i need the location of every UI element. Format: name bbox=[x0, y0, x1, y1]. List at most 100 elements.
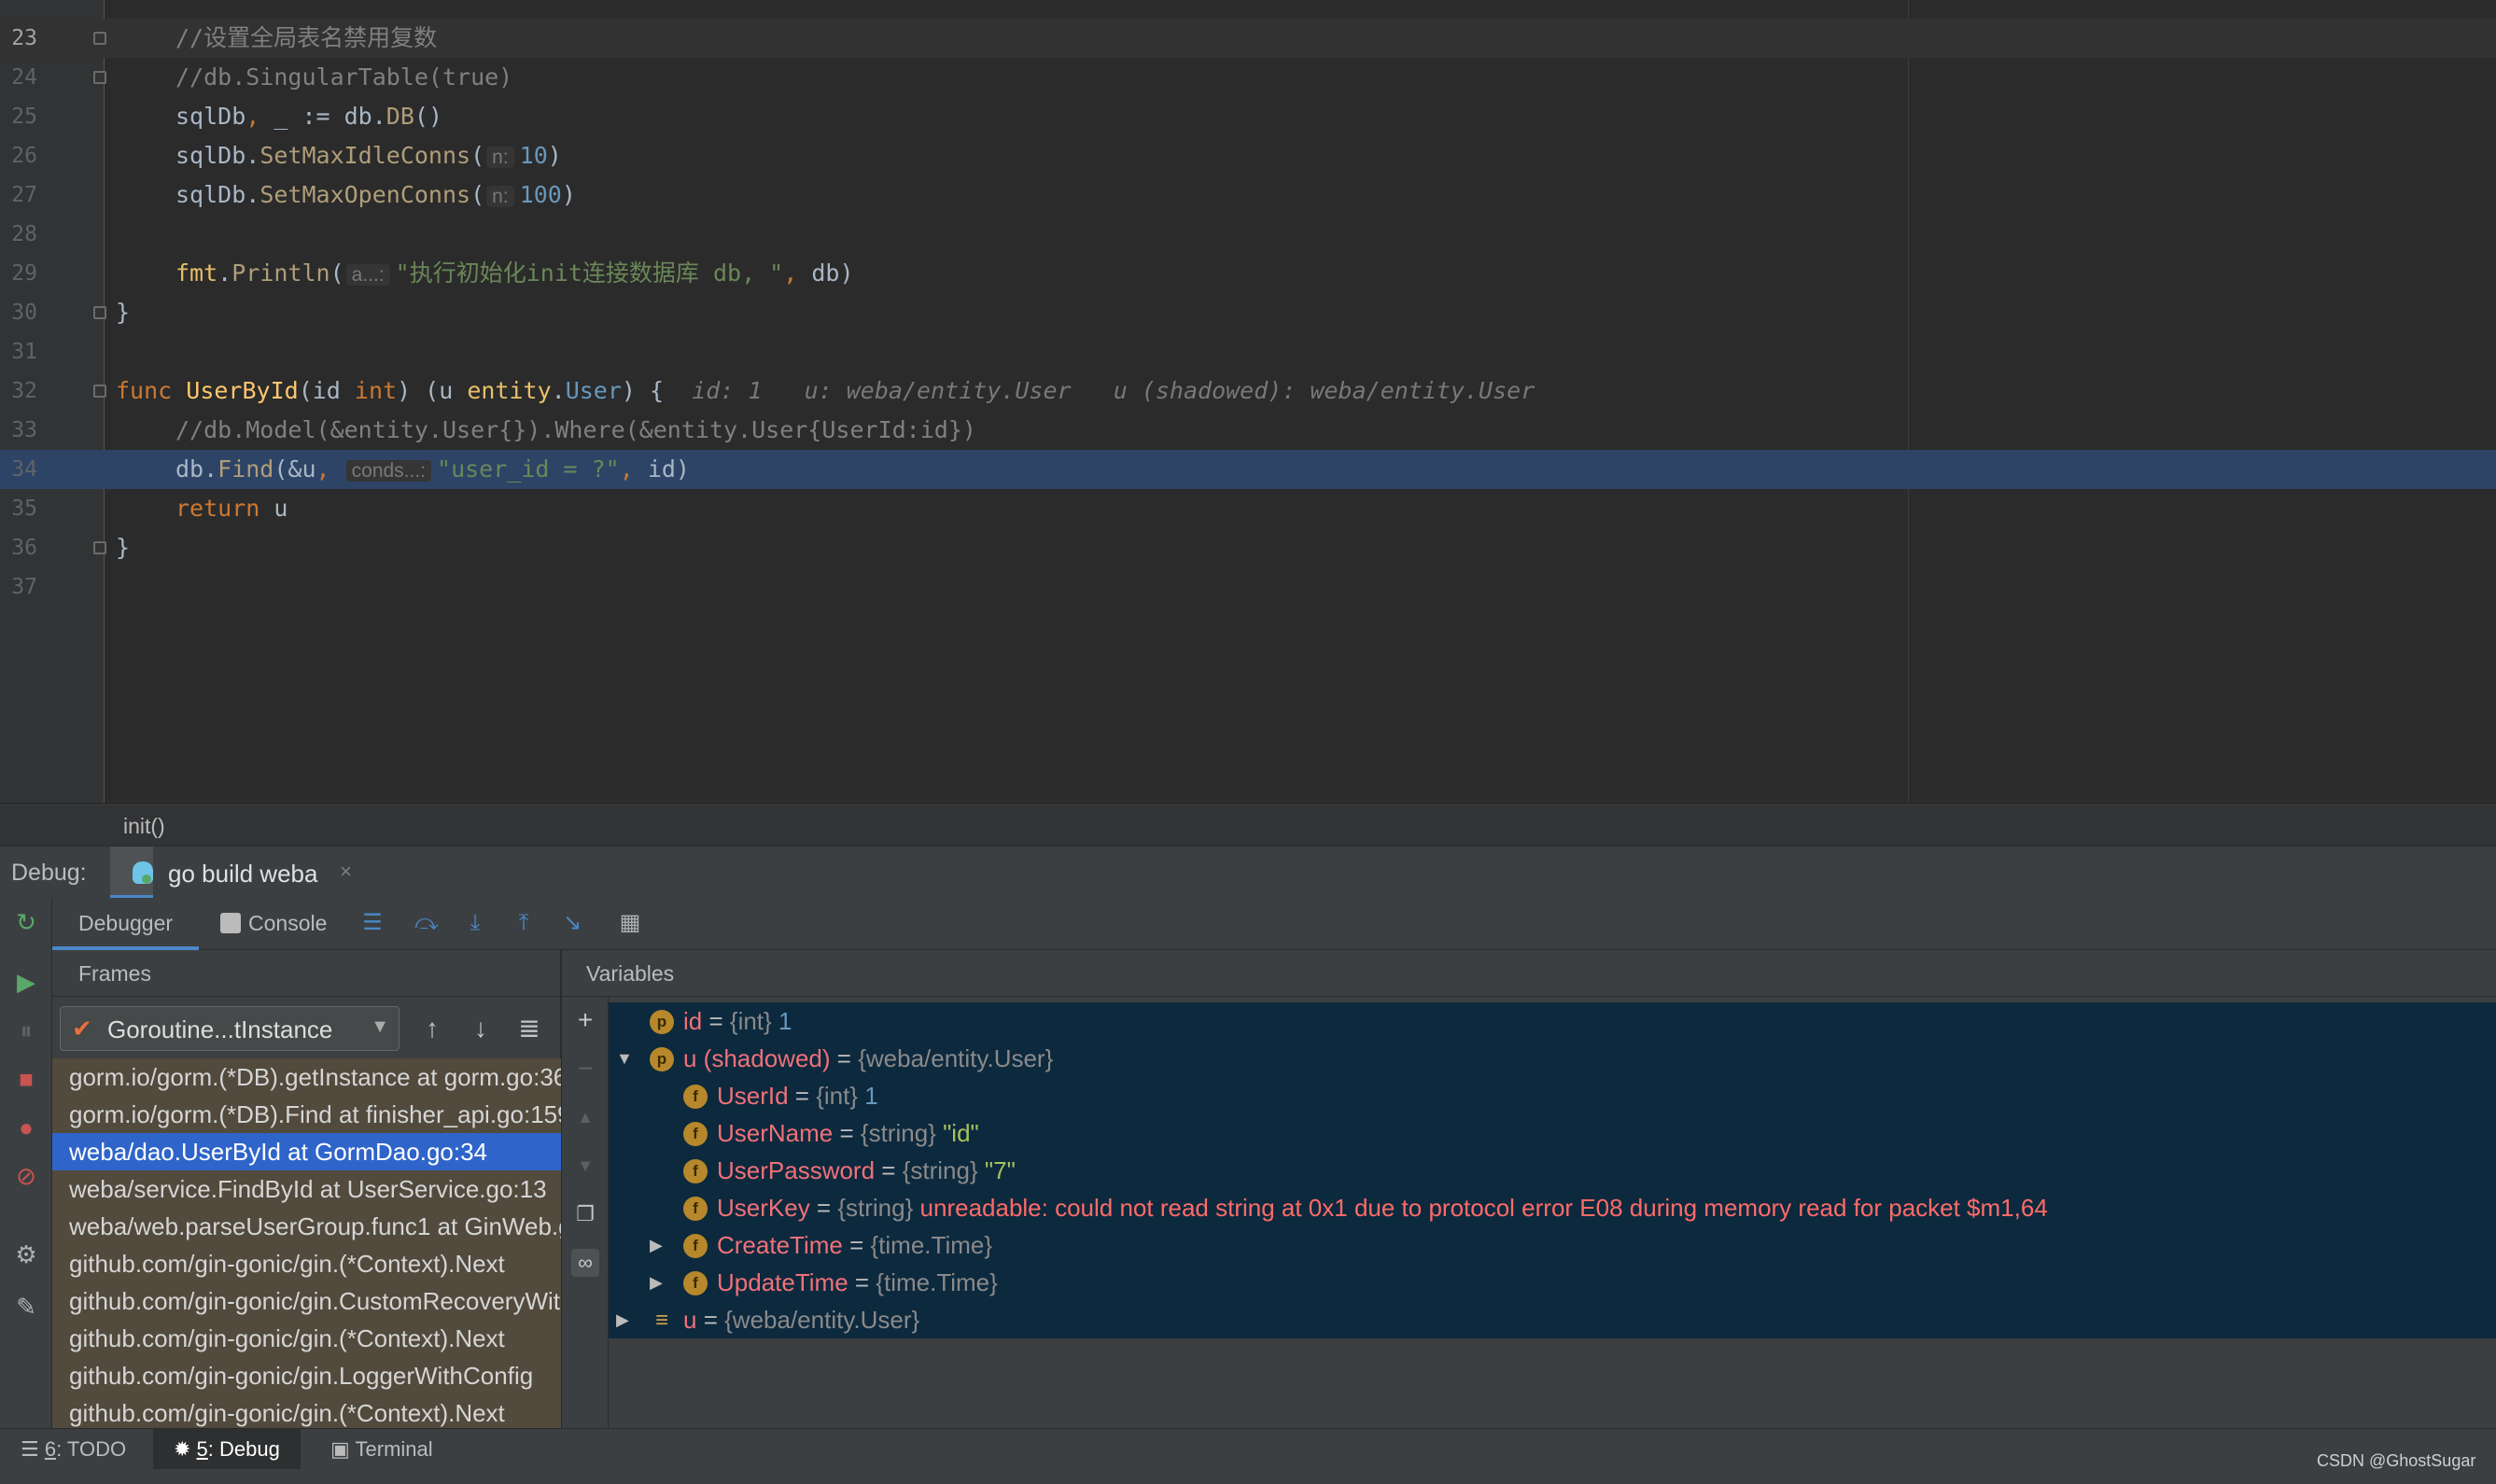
variables-tree[interactable]: p id = {int} 1 ▼ p u (shadowed) = {weba/enti… bbox=[609, 1002, 2496, 1338]
pin-icon[interactable]: ✎ bbox=[13, 1294, 39, 1320]
variable-row[interactable]: ▼ p u (shadowed) = {weba/entity.User} bbox=[609, 1040, 2496, 1077]
code-text[interactable]: return u bbox=[175, 489, 287, 528]
code-line[interactable]: 24 //db.SingularTable(true) bbox=[0, 58, 2496, 97]
line-number[interactable]: 34 bbox=[0, 450, 37, 489]
line-number[interactable]: 30 bbox=[0, 293, 37, 332]
move-down-icon[interactable]: ▼ bbox=[571, 1152, 599, 1180]
code-text[interactable]: sqlDb, _ := db.DB() bbox=[175, 97, 442, 136]
variable-row[interactable]: p id = {int} 1 bbox=[609, 1002, 2496, 1040]
goroutine-dropdown[interactable]: ✔ Goroutine...tInstance ▼ bbox=[60, 1006, 400, 1051]
breadcrumb[interactable]: init() bbox=[0, 805, 2496, 846]
variable-row[interactable]: ▶ ≡ u = {weba/entity.User} bbox=[609, 1301, 2496, 1338]
line-number[interactable]: 35 bbox=[0, 489, 37, 528]
variable-row[interactable]: ▶ f CreateTime = {time.Time} bbox=[609, 1226, 2496, 1264]
code-line[interactable]: 28 bbox=[0, 215, 2496, 254]
breadcrumb-function[interactable]: init() bbox=[123, 814, 165, 839]
code-text[interactable]: //设置全局表名禁用复数 bbox=[175, 19, 437, 58]
fold-marker-icon[interactable] bbox=[93, 541, 106, 554]
move-up-icon[interactable]: ▲ bbox=[571, 1103, 599, 1131]
code-line[interactable]: 31 bbox=[0, 332, 2496, 371]
close-icon[interactable]: × bbox=[340, 860, 352, 884]
expanded-arrow-icon[interactable]: ▼ bbox=[616, 1040, 635, 1077]
tab-todo[interactable]: ☰ 6: TODO bbox=[21, 1429, 126, 1470]
code-line[interactable]: 23 //设置全局表名禁用复数 bbox=[0, 19, 2496, 58]
stack-frame[interactable]: github.com/gin-gonic/gin.LoggerWithConfi… bbox=[52, 1357, 561, 1394]
tab-debug[interactable]: ✹ 5: Debug bbox=[153, 1429, 301, 1470]
stack-frame[interactable]: weba/web.parseUserGroup.func1 at GinWeb.… bbox=[52, 1208, 561, 1245]
line-number[interactable]: 36 bbox=[0, 528, 37, 567]
code-line[interactable]: 32 func UserById(id int) (u entity.User) … bbox=[0, 371, 2496, 411]
stack-frame[interactable]: github.com/gin-gonic/gin.(*Context).Next bbox=[52, 1394, 561, 1428]
variable-row[interactable]: f UserId = {int} 1 bbox=[609, 1077, 2496, 1114]
line-number[interactable]: 32 bbox=[0, 371, 37, 411]
fold-marker-icon[interactable] bbox=[93, 306, 106, 319]
line-number[interactable]: 28 bbox=[0, 215, 37, 254]
run-to-cursor-icon[interactable]: ↘ bbox=[558, 909, 586, 937]
code-text[interactable]: } bbox=[116, 293, 130, 332]
step-into-icon[interactable]: ⤓ bbox=[461, 909, 489, 937]
code-line[interactable]: 33 //db.Model(&entity.User{}).Where(&enti… bbox=[0, 411, 2496, 450]
variable-row[interactable]: f UserPassword = {string} "7" bbox=[609, 1152, 2496, 1189]
line-number[interactable]: 33 bbox=[0, 411, 37, 450]
collapsed-arrow-icon[interactable]: ▶ bbox=[650, 1226, 668, 1264]
settings-gear-icon[interactable]: ⚙ bbox=[13, 1241, 39, 1267]
resume-icon[interactable]: ▶ bbox=[13, 969, 39, 995]
stack-frame[interactable]: github.com/gin-gonic/gin.(*Context).Next bbox=[52, 1245, 561, 1282]
stack-frame[interactable]: gorm.io/gorm.(*DB).Find at finisher_api.… bbox=[52, 1096, 561, 1133]
collapsed-arrow-icon[interactable]: ▶ bbox=[650, 1264, 668, 1301]
code-text[interactable]: //db.Model(&entity.User{}).Where(&entity… bbox=[175, 411, 976, 450]
code-text[interactable]: db.Find(&u, conds...: "user_id = ?", id) bbox=[175, 450, 690, 491]
code-text[interactable]: //db.SingularTable(true) bbox=[175, 58, 512, 97]
code-text[interactable]: fmt.Println(a...: "执行初始化init连接数据库 db, ", … bbox=[175, 254, 854, 295]
fold-marker-icon[interactable] bbox=[93, 32, 106, 45]
code-text[interactable]: func UserById(id int) (u entity.User) { … bbox=[116, 371, 1535, 411]
frame-list-options-icon[interactable]: ≣ bbox=[513, 1010, 545, 1047]
debug-session-tab[interactable]: go build weba × bbox=[110, 847, 352, 899]
step-over-icon[interactable]: ⤼ bbox=[413, 909, 441, 937]
stack-frame[interactable]: weba/dao.UserById at GormDao.go:34 bbox=[52, 1133, 561, 1170]
code-line[interactable]: 35 return u bbox=[0, 489, 2496, 528]
code-line[interactable]: 34 db.Find(&u, conds...: "user_id = ?", id… bbox=[0, 450, 2496, 489]
step-out-icon[interactable]: ⤒ bbox=[510, 909, 538, 937]
line-number[interactable]: 29 bbox=[0, 254, 37, 293]
tab-terminal[interactable]: ▣ Terminal bbox=[330, 1429, 433, 1470]
code-line[interactable]: 25 sqlDb, _ := db.DB() bbox=[0, 97, 2496, 136]
code-line[interactable]: 26 sqlDb.SetMaxIdleConns(n: 10) bbox=[0, 136, 2496, 175]
stack-frame[interactable]: gorm.io/gorm.(*DB).getInstance at gorm.g… bbox=[52, 1058, 561, 1096]
line-number[interactable]: 37 bbox=[0, 567, 37, 607]
previous-frame-icon[interactable]: ↑ bbox=[416, 1010, 448, 1047]
variable-row[interactable]: f UserName = {string} "id" bbox=[609, 1114, 2496, 1152]
glasses-icon[interactable]: ∞ bbox=[571, 1249, 599, 1277]
remove-watch-icon[interactable]: − bbox=[571, 1055, 599, 1083]
fold-marker-icon[interactable] bbox=[93, 71, 106, 84]
mute-breakpoints-icon[interactable]: ⊘ bbox=[13, 1163, 39, 1189]
view-breakpoints-icon[interactable]: ● bbox=[13, 1114, 39, 1141]
variable-row[interactable]: f UserKey = {string} unreadable: could no… bbox=[609, 1189, 2496, 1226]
fold-marker-icon[interactable] bbox=[93, 385, 106, 398]
next-frame-icon[interactable]: ↓ bbox=[465, 1010, 497, 1047]
code-editor[interactable]: 23 //设置全局表名禁用复数 24 //db.SingularTable(true)… bbox=[0, 0, 2496, 803]
code-line[interactable]: 30} bbox=[0, 293, 2496, 332]
stack-frame[interactable]: github.com/gin-gonic/gin.(*Context).Next bbox=[52, 1320, 561, 1357]
show-execution-point-icon[interactable]: ☰ bbox=[358, 909, 386, 937]
code-line[interactable]: 37 bbox=[0, 567, 2496, 607]
stack-frame[interactable]: github.com/gin-gonic/gin.CustomRecoveryW… bbox=[52, 1282, 561, 1320]
stop-icon[interactable]: ■ bbox=[13, 1066, 39, 1092]
pause-icon[interactable]: ⏸ bbox=[13, 1017, 39, 1043]
collapsed-arrow-icon[interactable]: ▶ bbox=[616, 1301, 635, 1338]
rerun-icon[interactable]: ↻ bbox=[13, 909, 39, 935]
code-line[interactable]: 27 sqlDb.SetMaxOpenConns(n: 100) bbox=[0, 175, 2496, 215]
code-text[interactable]: sqlDb.SetMaxOpenConns(n: 100) bbox=[175, 175, 576, 217]
frame-list[interactable]: gorm.io/gorm.(*DB).getInstance at gorm.g… bbox=[52, 1058, 561, 1428]
line-number[interactable]: 26 bbox=[0, 136, 37, 175]
code-line[interactable]: 36} bbox=[0, 528, 2496, 567]
tab-console[interactable]: Console bbox=[220, 898, 327, 950]
line-number[interactable]: 31 bbox=[0, 332, 37, 371]
code-text[interactable]: } bbox=[116, 528, 130, 567]
line-number[interactable]: 27 bbox=[0, 175, 37, 215]
stack-frame[interactable]: weba/service.FindById at UserService.go:… bbox=[52, 1170, 561, 1208]
code-line[interactable]: 29 fmt.Println(a...: "执行初始化init连接数据库 db, "… bbox=[0, 254, 2496, 293]
copy-icon[interactable]: ❐ bbox=[571, 1200, 599, 1228]
add-watch-icon[interactable]: + bbox=[571, 1006, 599, 1034]
line-number[interactable]: 23 bbox=[0, 19, 37, 58]
